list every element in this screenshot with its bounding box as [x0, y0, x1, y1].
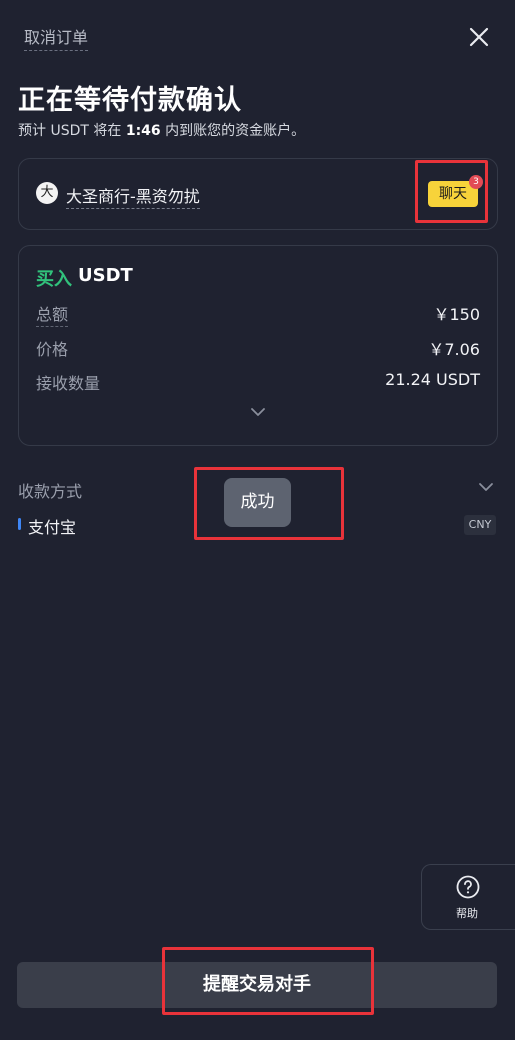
help-label: 帮助 — [456, 907, 478, 920]
payment-method-indicator — [18, 518, 21, 530]
quantity-label: 接收数量 — [36, 374, 101, 393]
page-title: 正在等待付款确认 — [18, 85, 242, 116]
highlight-box-chat — [415, 160, 488, 223]
price-value: ￥7.06 — [428, 340, 480, 359]
subtitle-suffix: 内到账您的资金账户。 — [160, 123, 306, 139]
currency-tag: CNY — [464, 515, 496, 535]
close-icon[interactable] — [466, 24, 492, 50]
order-side: 买入 — [36, 269, 72, 290]
quantity-value: 21.24 USDT — [385, 370, 480, 389]
merchant-avatar: 大 — [36, 182, 58, 204]
order-asset: USDT — [78, 265, 133, 286]
subtitle-prefix: 预计 USDT 将在 — [18, 123, 126, 139]
total-label: 总额 — [36, 301, 69, 327]
payment-method-name: 支付宝 — [28, 518, 77, 537]
question-circle-icon — [456, 875, 480, 899]
chevron-down-icon[interactable] — [478, 481, 494, 493]
cancel-order-link[interactable]: 取消订单 — [24, 24, 89, 51]
price-label: 价格 — [36, 340, 69, 359]
total-value: ￥150 — [433, 305, 480, 324]
payment-method-label: 收款方式 — [18, 482, 83, 501]
arrival-estimate: 预计 USDT 将在 1:46 内到账您的资金账户。 — [18, 120, 305, 140]
highlight-box-toast — [194, 467, 344, 540]
countdown-timer: 1:46 — [125, 123, 161, 139]
highlight-box-remind — [162, 947, 374, 1015]
chevron-down-icon[interactable] — [250, 406, 266, 418]
merchant-name[interactable]: 大圣商行-黑资勿扰 — [66, 183, 200, 209]
